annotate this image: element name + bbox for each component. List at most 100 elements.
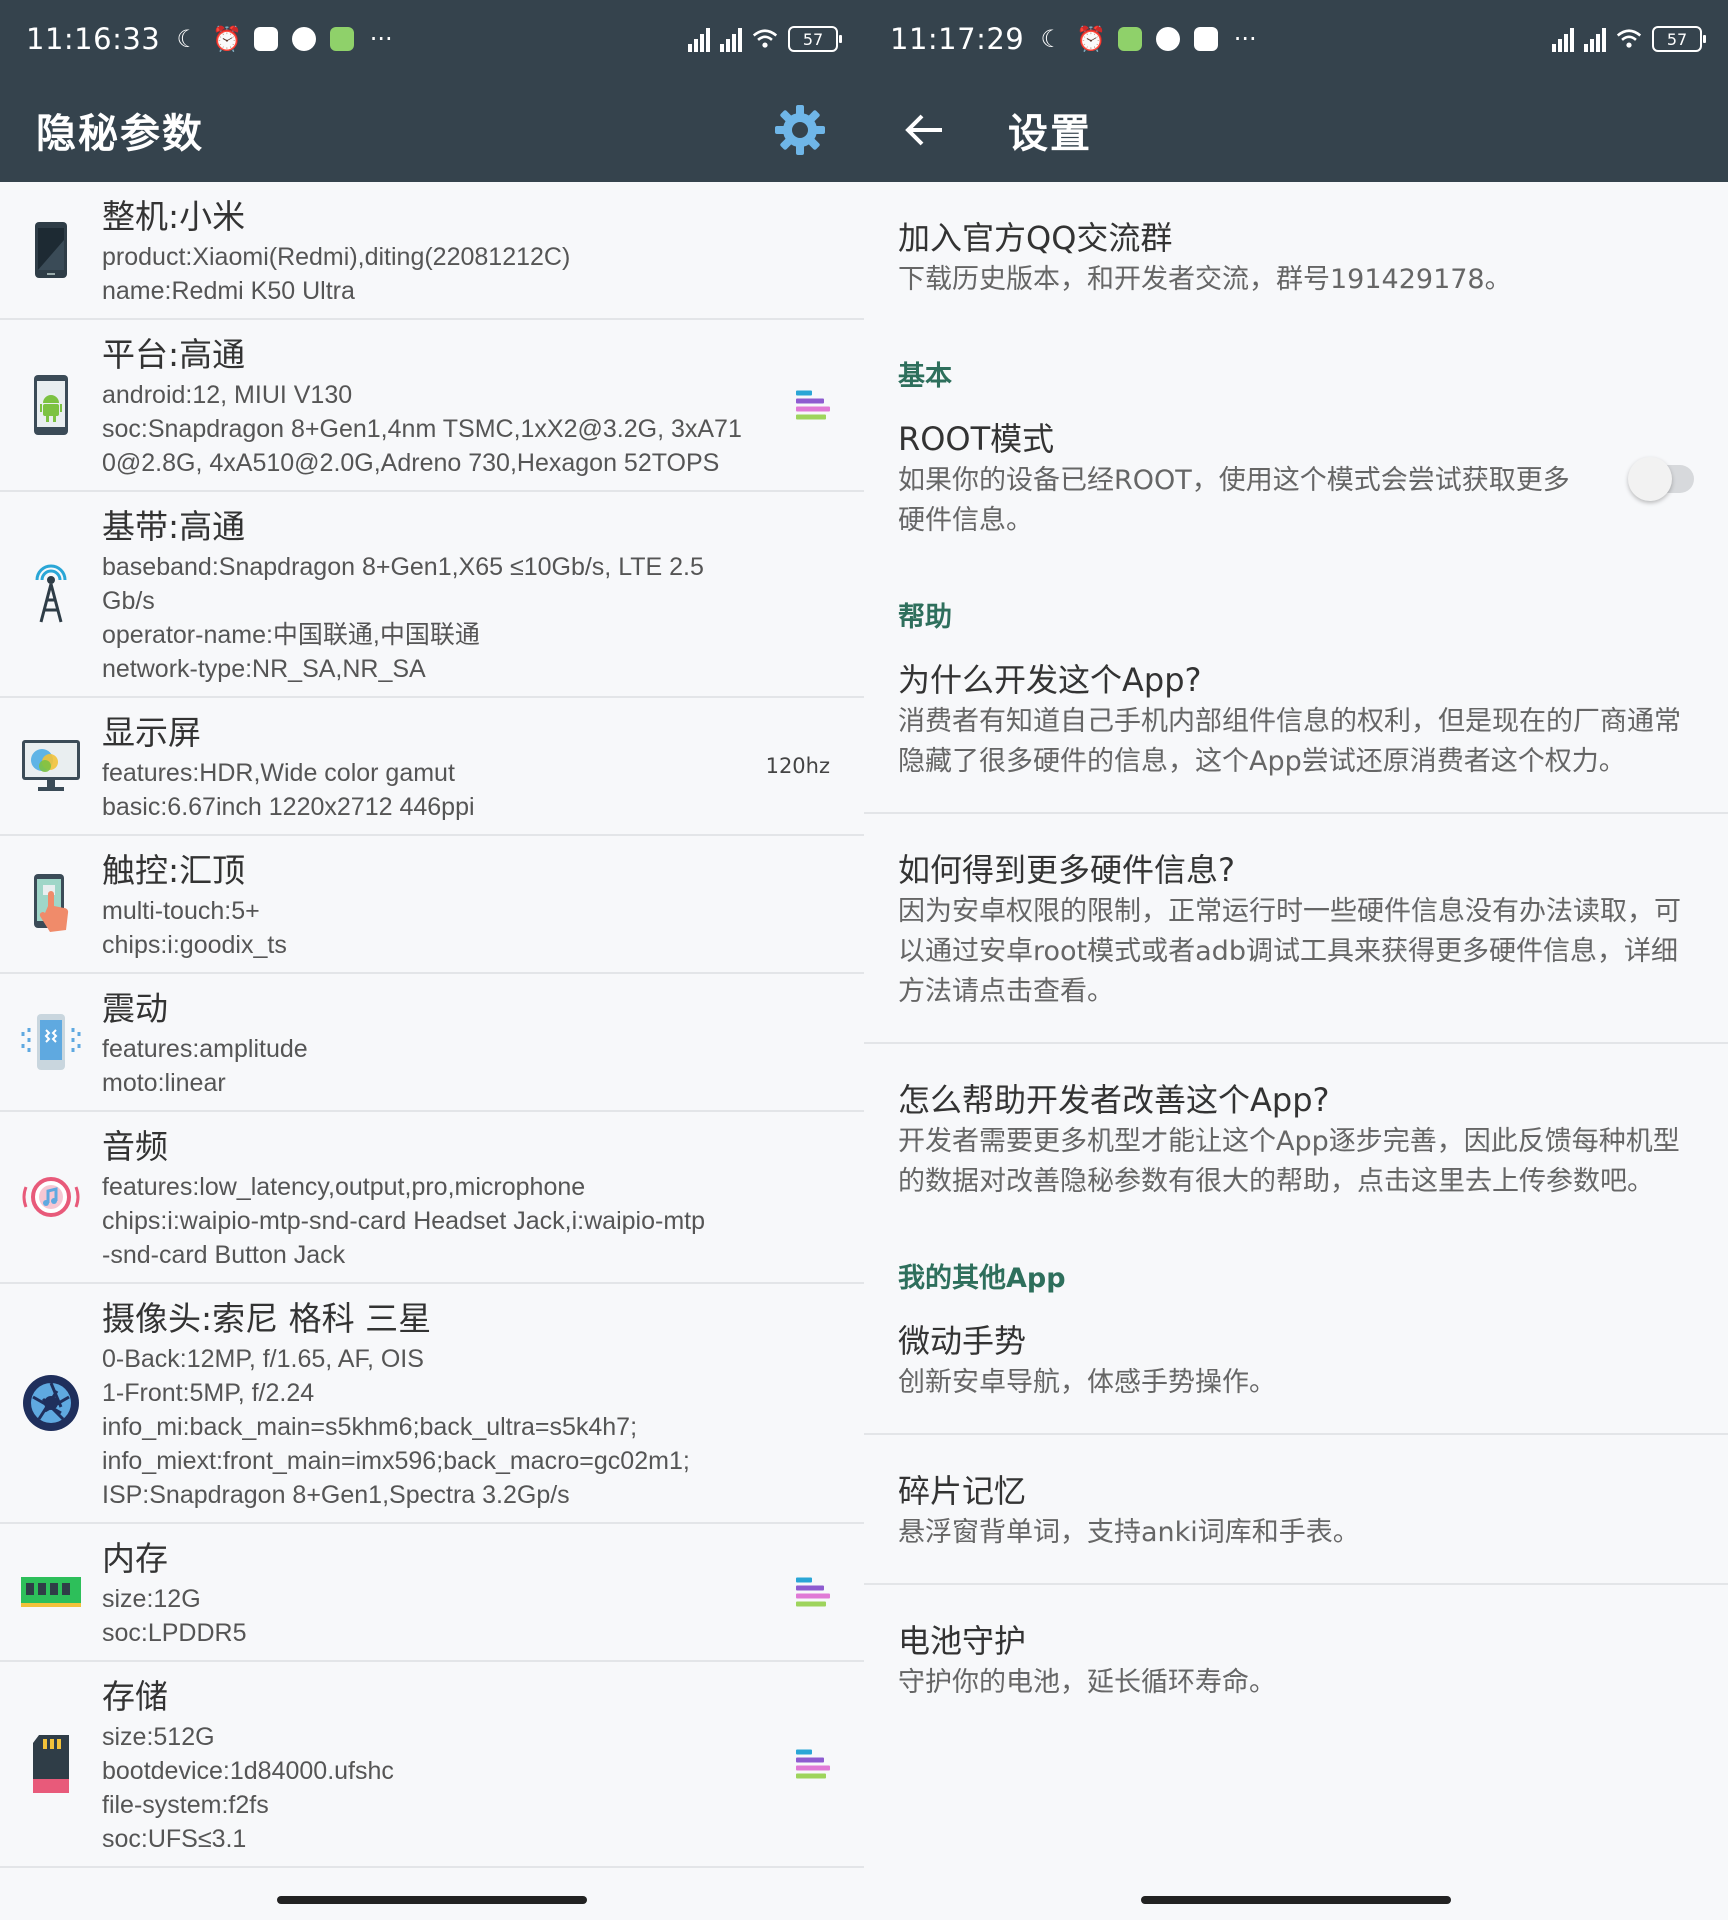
alarm-icon: ⏰	[1076, 25, 1107, 53]
item-line: moto:linear	[102, 1069, 226, 1097]
help-item-why[interactable]: 为什么开发这个App? 消费者有知道自己手机内部组件信息的权利，但是现在的厂商通…	[864, 638, 1728, 814]
setting-title: 电池守护	[898, 1622, 1027, 1660]
item-line: soc:UFS≤3.1	[102, 1825, 247, 1853]
vibration-icon	[19, 1012, 83, 1076]
item-title: 摄像头:索尼 格科 三星	[102, 1299, 432, 1338]
item-line: chips:i:goodix_ts	[102, 931, 287, 959]
battery-icon: 57	[788, 26, 842, 52]
setting-title: 加入官方QQ交流群	[898, 219, 1173, 257]
signal-1-icon	[688, 26, 710, 52]
list-item-display[interactable]: 显示屏 features:HDR,Wide color gamut basic:…	[0, 698, 864, 836]
alarm-icon: ⏰	[212, 25, 243, 53]
app-notification-icon	[254, 27, 279, 51]
list-item-touch[interactable]: 触控:汇顶 multi-touch:5+ chips:i:goodix_ts	[0, 836, 864, 974]
rank-bars-icon[interactable]	[796, 1577, 830, 1607]
setting-title: ROOT模式	[898, 420, 1055, 458]
signal-2-icon	[720, 26, 742, 52]
antenna-icon	[29, 562, 73, 630]
item-line: network-type:NR_SA,NR_SA	[102, 655, 426, 683]
item-title: 显示屏	[102, 713, 201, 752]
item-line: multi-touch:5+	[102, 897, 260, 925]
rank-bars-icon[interactable]	[796, 390, 830, 420]
setting-desc: 创新安卓导航，体感手势操作。	[898, 1367, 1276, 1398]
status-time: 11:16:33	[26, 22, 161, 56]
android-icon	[31, 373, 71, 441]
back-arrow-icon[interactable]	[900, 106, 948, 154]
setting-title: 怎么帮助开发者改善这个App?	[898, 1081, 1330, 1119]
item-line: product:Xiaomi(Redmi),diting(22081212C)	[102, 243, 571, 271]
list-item-memory[interactable]: 内存 size:12G soc:LPDDR5	[0, 1524, 864, 1662]
item-line: features:low_latency,output,pro,micropho…	[102, 1173, 586, 1201]
wifi-icon	[1616, 26, 1642, 52]
item-title: 整机:小米	[102, 197, 246, 236]
item-line: info_mi:back_main=s5khm6;back_ultra=s5k4…	[102, 1413, 638, 1441]
list-item-baseband[interactable]: 基带:高通 baseband:Snapdragon 8+Gen1,X65 ≤10…	[0, 492, 864, 698]
item-line: soc:LPDDR5	[102, 1619, 247, 1647]
item-line: size:512G	[102, 1723, 215, 1751]
signal-1-icon	[1552, 26, 1574, 52]
setting-title: 碎片记忆	[898, 1472, 1027, 1510]
touch-icon	[26, 872, 76, 940]
item-line: android:12, MIUI V130	[102, 381, 353, 409]
wifi-icon	[752, 26, 778, 52]
home-indicator[interactable]	[1141, 1896, 1451, 1904]
item-line: features:HDR,Wide color gamut	[102, 759, 455, 787]
phone-icon	[31, 220, 71, 284]
item-line: ISP:Snapdragon 8+Gen1,Spectra 3.2Gp/s	[102, 1481, 570, 1509]
item-title: 内存	[102, 1539, 168, 1578]
chat-notification-icon	[292, 27, 317, 51]
setting-title: 如何得到更多硬件信息?	[898, 851, 1235, 889]
rank-bars-icon[interactable]	[796, 1749, 830, 1779]
list-item-storage[interactable]: 存储 size:512G bootdevice:1d84000.ufshc fi…	[0, 1662, 864, 1868]
other-app-gesture[interactable]: 微动手势 创新安卓导航，体感手势操作。	[864, 1299, 1728, 1435]
item-title: 基带:高通	[102, 507, 246, 546]
root-mode-item[interactable]: ROOT模式 如果你的设备已经ROOT，使用这个模式会尝试获取更多硬件信息。	[864, 397, 1728, 571]
list-item-device[interactable]: 整机:小米 product:Xiaomi(Redmi),diting(22081…	[0, 182, 864, 320]
root-mode-toggle[interactable]	[1628, 457, 1694, 501]
item-line: soc:Snapdragon 8+Gen1,4nm TSMC,1xX2@3.2G…	[102, 415, 742, 443]
help-item-contribute[interactable]: 怎么帮助开发者改善这个App? 开发者需要更多机型才能让这个App逐步完善，因此…	[864, 1044, 1728, 1232]
setting-desc: 消费者有知道自己手机内部组件信息的权利，但是现在的厂商通常隐藏了很多硬件的信息，…	[898, 706, 1681, 777]
chat-notification-icon	[1156, 27, 1181, 51]
app-bar: 设置	[864, 78, 1728, 182]
battery-icon: 57	[1652, 26, 1706, 52]
gear-icon[interactable]	[772, 102, 828, 158]
toggle-knob	[1628, 457, 1672, 501]
other-app-memory[interactable]: 碎片记忆 悬浮窗背单词，支持anki词库和手表。	[864, 1435, 1728, 1585]
setting-desc: 因为安卓权限的限制，正常运行时一些硬件信息没有办法读取，可以通过安卓root模式…	[898, 896, 1681, 1007]
wechat-notification-icon	[1118, 27, 1143, 51]
refresh-rate-value: 120hz	[765, 754, 830, 778]
app-notification-icon	[1194, 27, 1219, 51]
more-notifications-icon: ···	[369, 25, 393, 53]
setting-desc: 悬浮窗背单词，支持anki词库和手表。	[898, 1517, 1360, 1548]
setting-title: 为什么开发这个App?	[898, 661, 1202, 699]
sd-card-icon	[29, 1733, 73, 1799]
setting-desc: 开发者需要更多机型才能让这个App逐步完善，因此反馈每种机型的数据对改善隐秘参数…	[898, 1126, 1680, 1197]
home-indicator[interactable]	[277, 1896, 587, 1904]
item-line: bootdevice:1d84000.ufshc	[102, 1757, 394, 1785]
item-line: features:amplitude	[102, 1035, 308, 1063]
setting-desc: 下载历史版本，和开发者交流，群号191429178。	[898, 264, 1512, 295]
help-item-more-info[interactable]: 如何得到更多硬件信息? 因为安卓权限的限制，正常运行时一些硬件信息没有办法读取，…	[864, 814, 1728, 1044]
item-line: baseband:Snapdragon 8+Gen1,X65 ≤10Gb/s, …	[102, 553, 704, 581]
item-line: operator-name:中国联通,中国联通	[102, 621, 480, 649]
list-item-audio[interactable]: 音频 features:low_latency,output,pro,micro…	[0, 1112, 864, 1284]
camera-aperture-icon	[21, 1373, 81, 1437]
item-title: 音频	[102, 1127, 168, 1166]
item-line: size:12G	[102, 1585, 201, 1613]
list-item-platform[interactable]: 平台:高通 android:12, MIUI V130 soc:Snapdrag…	[0, 320, 864, 492]
ram-icon	[20, 1575, 82, 1613]
qq-group-item[interactable]: 加入官方QQ交流群 下载历史版本，和开发者交流，群号191429178。	[864, 182, 1728, 330]
list-item-camera[interactable]: 摄像头:索尼 格科 三星 0-Back:12MP, f/1.65, AF, OI…	[0, 1284, 864, 1524]
setting-desc: 如果你的设备已经ROOT，使用这个模式会尝试获取更多硬件信息。	[898, 465, 1570, 536]
list-item-vibration[interactable]: 震动 features:amplitude moto:linear	[0, 974, 864, 1112]
other-app-battery[interactable]: 电池守护 守护你的电池，延长循环寿命。	[864, 1585, 1728, 1733]
moon-icon: ☾	[176, 25, 198, 53]
status-bar: 11:16:33 ☾ ⏰ ··· 57	[0, 0, 864, 78]
settings-list: 加入官方QQ交流群 下载历史版本，和开发者交流，群号191429178。 基本 …	[864, 182, 1728, 1733]
item-line: info_miext:front_main=imx596;back_macro=…	[102, 1447, 690, 1475]
item-line: file-system:f2fs	[102, 1791, 269, 1819]
item-title: 存储	[102, 1677, 168, 1716]
item-line: Gb/s	[102, 587, 155, 615]
category-other-apps: 我的其他App	[898, 1263, 1066, 1294]
